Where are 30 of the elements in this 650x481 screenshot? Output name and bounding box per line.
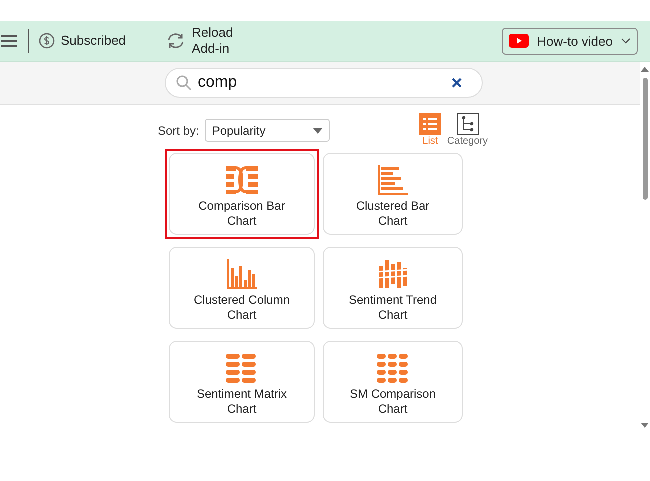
bar-chart-icon <box>375 164 411 196</box>
reload-addin-button[interactable]: Reload Add-in <box>192 25 234 57</box>
chart-card[interactable]: Sentiment Trend Chart <box>323 247 463 329</box>
chevron-down-icon <box>621 38 631 44</box>
search-icon <box>176 75 192 91</box>
menu-icon[interactable] <box>0 34 18 48</box>
sort-label: Sort by: <box>158 124 200 138</box>
chart-card[interactable]: Sentiment Matrix Chart <box>169 341 315 423</box>
view-toggle[interactable]: Category <box>447 113 488 147</box>
chart-card[interactable]: Clustered Column Chart <box>169 247 315 329</box>
search-field[interactable]: comp <box>198 74 446 92</box>
scroll-up-icon[interactable] <box>641 66 649 72</box>
scroll-down-icon[interactable] <box>641 423 649 429</box>
chart-card[interactable]: Comparison Bar Chart <box>169 153 315 235</box>
comparison-bar-icon <box>224 164 260 196</box>
how-to-video-button[interactable]: How-to video <box>502 28 638 54</box>
search-bar[interactable]: comp <box>165 68 483 98</box>
chart-card[interactable]: SM Comparison Chart <box>323 341 463 423</box>
play-icon <box>509 34 530 48</box>
sort-dropdown[interactable]: Popularity <box>205 119 330 142</box>
dollar-coin-icon <box>39 33 55 49</box>
column-chart-icon <box>224 258 260 290</box>
chart-card[interactable]: Clustered Bar Chart <box>323 153 463 235</box>
subscription-status: Subscribed <box>61 33 126 49</box>
refresh-icon[interactable] <box>166 32 186 50</box>
tree-icon <box>456 113 479 135</box>
caret-icon <box>313 128 324 134</box>
clear-button[interactable] <box>452 78 462 88</box>
matrix-icon <box>375 352 411 384</box>
list-icon <box>419 113 442 135</box>
